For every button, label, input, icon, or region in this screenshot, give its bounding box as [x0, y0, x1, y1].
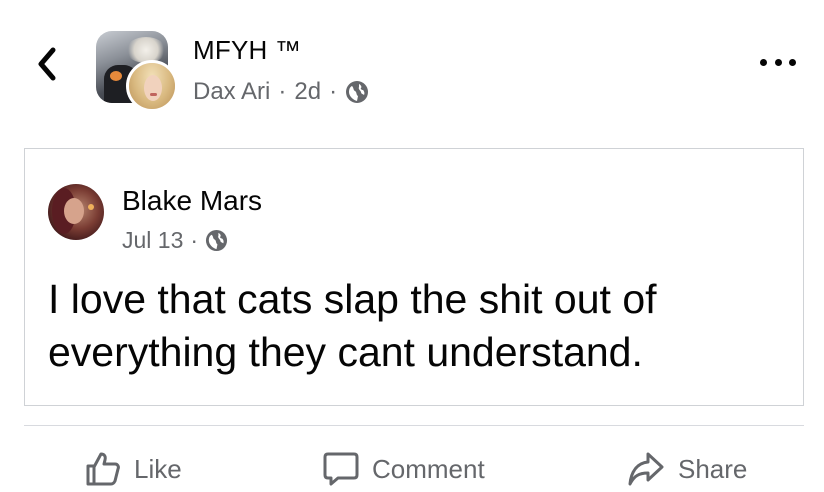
post-time[interactable]: 2d: [294, 78, 321, 106]
share-label: Share: [678, 453, 748, 484]
actions-divider: [24, 425, 804, 426]
thumbs-up-icon: [86, 452, 120, 486]
original-post-date[interactable]: Jul 13: [122, 227, 183, 254]
globe-icon: [206, 229, 228, 252]
shared-post-card[interactable]: Blake Mars Jul 13 · I love that cats sla…: [24, 148, 804, 406]
more-horizontal-icon: [760, 58, 767, 66]
original-post-meta: Jul 13 ·: [122, 227, 228, 254]
share-arrow-icon: [628, 452, 664, 486]
globe-icon: [346, 81, 369, 103]
like-label: Like: [134, 453, 182, 484]
chevron-left-icon: [38, 47, 56, 81]
meta-separator: ·: [278, 78, 287, 105]
original-author-avatar[interactable]: [48, 184, 104, 240]
author-name[interactable]: Dax Ari: [193, 78, 270, 106]
comment-label: Comment: [372, 453, 485, 484]
like-button[interactable]: Like: [84, 448, 182, 490]
original-author-name[interactable]: Blake Mars: [122, 185, 262, 217]
author-avatar[interactable]: [126, 60, 178, 112]
meta-separator: ·: [329, 78, 338, 105]
group-name[interactable]: MFYH ™: [193, 35, 301, 66]
comment-button[interactable]: Comment: [322, 448, 485, 490]
post-text: I love that cats slap the shit out of ev…: [48, 276, 657, 375]
speech-bubble-icon: [323, 452, 359, 486]
back-button[interactable]: [30, 44, 64, 84]
meta-separator: ·: [190, 227, 199, 253]
post-meta: Dax Ari · 2d ·: [193, 78, 369, 106]
share-button[interactable]: Share: [626, 448, 747, 490]
more-options-button[interactable]: [760, 52, 796, 72]
